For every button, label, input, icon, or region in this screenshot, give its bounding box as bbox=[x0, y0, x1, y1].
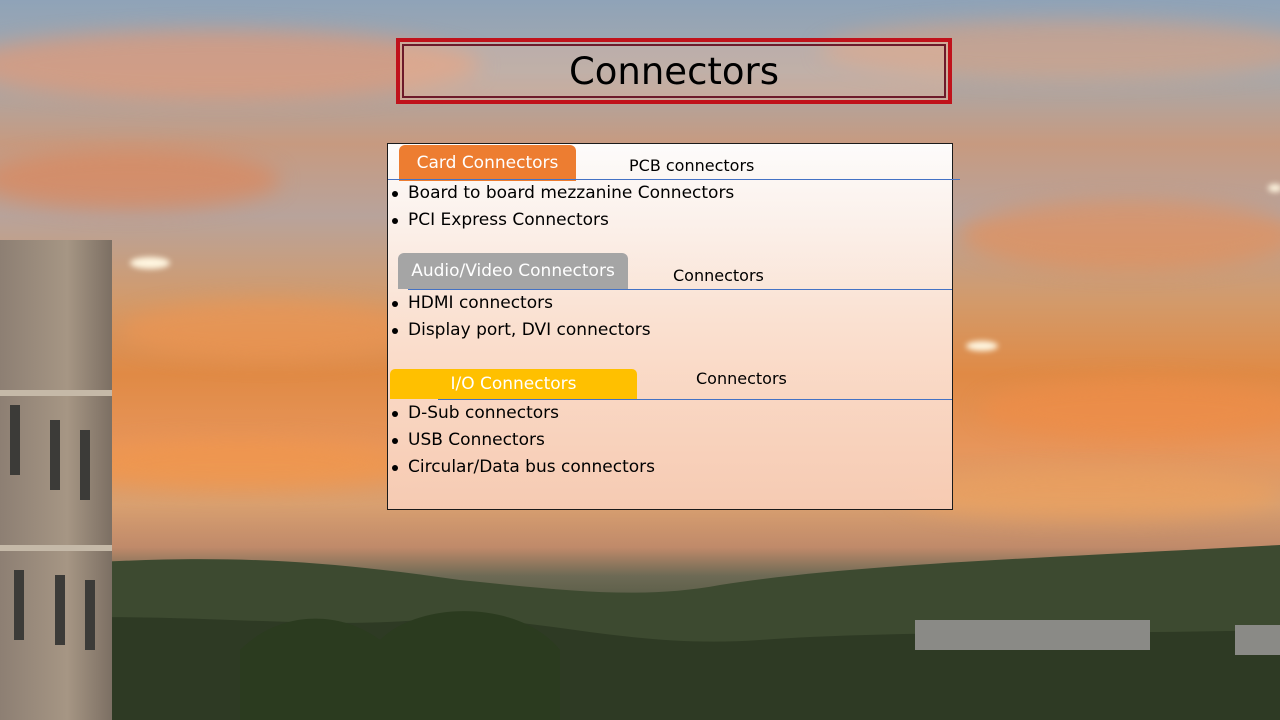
list-item-text: PCI Express Connectors bbox=[408, 210, 609, 230]
cloud bbox=[120, 300, 420, 360]
list-item-text: USB Connectors bbox=[408, 430, 545, 450]
light-glare bbox=[1268, 184, 1280, 192]
cloud bbox=[960, 200, 1280, 270]
content-panel: Card Connectors PCB connectors Board to … bbox=[387, 143, 960, 510]
bullet bbox=[392, 301, 398, 307]
tab-label: Audio/Video Connectors bbox=[411, 261, 615, 281]
section-subtitle: Connectors bbox=[696, 369, 787, 388]
cloud bbox=[60, 440, 420, 490]
section-subtitle: Connectors bbox=[673, 266, 764, 285]
building-band bbox=[0, 390, 112, 396]
light-glare bbox=[130, 257, 170, 269]
list-item-text: Board to board mezzanine Connectors bbox=[408, 183, 735, 203]
building-window bbox=[14, 570, 24, 640]
cloud bbox=[900, 470, 1280, 520]
list-item: USB Connectors bbox=[388, 427, 655, 454]
bullet bbox=[392, 218, 398, 224]
tab-card-connectors: Card Connectors bbox=[399, 145, 576, 181]
tab-label: Card Connectors bbox=[416, 153, 559, 173]
cloud bbox=[980, 380, 1280, 440]
slide-title: Connectors bbox=[568, 49, 780, 93]
bullet bbox=[392, 465, 398, 471]
card-connectors-list: Board to board mezzanine Connectors PCI … bbox=[388, 180, 734, 234]
tab-audio-video-connectors: Audio/Video Connectors bbox=[398, 253, 628, 289]
list-item: Display port, DVI connectors bbox=[388, 317, 651, 344]
section-subtitle: PCB connectors bbox=[629, 156, 755, 175]
list-item-text: Display port, DVI connectors bbox=[408, 320, 651, 340]
tab-label: I/O Connectors bbox=[450, 374, 577, 394]
light-glare bbox=[966, 341, 998, 351]
building-window bbox=[55, 575, 65, 645]
list-item: D-Sub connectors bbox=[388, 400, 655, 427]
bullet bbox=[392, 191, 398, 197]
building-window bbox=[50, 420, 60, 490]
building-window bbox=[85, 580, 95, 650]
bullet bbox=[392, 411, 398, 417]
title-box: Connectors bbox=[396, 38, 952, 104]
list-item: Board to board mezzanine Connectors bbox=[388, 180, 734, 207]
list-item: HDMI connectors bbox=[388, 290, 651, 317]
cloud bbox=[0, 150, 280, 210]
hills-and-trees bbox=[0, 545, 1280, 720]
list-item-text: D-Sub connectors bbox=[408, 403, 559, 423]
building-window bbox=[80, 430, 90, 500]
bullet bbox=[392, 438, 398, 444]
list-item-text: Circular/Data bus connectors bbox=[408, 457, 656, 477]
tab-io-connectors: I/O Connectors bbox=[390, 369, 637, 399]
list-item: Circular/Data bus connectors bbox=[388, 454, 655, 481]
list-item: PCI Express Connectors bbox=[388, 207, 734, 234]
building bbox=[0, 240, 112, 720]
building-band bbox=[0, 545, 112, 551]
building-window bbox=[10, 405, 20, 475]
io-connectors-list: D-Sub connectors USB Connectors Circular… bbox=[388, 400, 655, 481]
bullet bbox=[392, 328, 398, 334]
audio-video-connectors-list: HDMI connectors Display port, DVI connec… bbox=[388, 290, 651, 344]
list-item-text: HDMI connectors bbox=[408, 293, 553, 313]
